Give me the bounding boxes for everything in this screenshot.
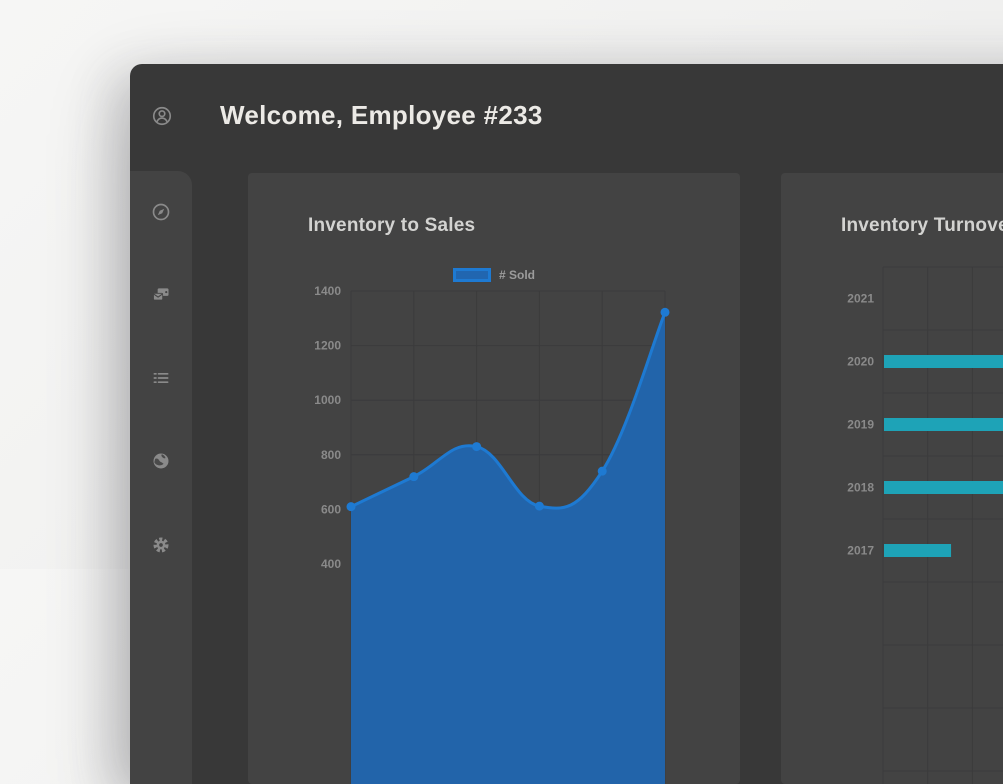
inventory-turnover-chart: 2021 2020 2019 2018 2017: [847, 266, 1003, 784]
page-title: Welcome, Employee #233: [220, 100, 543, 130]
mail-terminal-icon[interactable]: [151, 285, 171, 305]
svg-text:1200: 1200: [314, 339, 341, 353]
globe-icon[interactable]: [151, 451, 171, 471]
dashboard-window: Welcome, Employee #233 Inventory to Sale…: [130, 64, 1003, 784]
compass-icon[interactable]: [151, 202, 171, 222]
svg-text:2019: 2019: [847, 418, 874, 432]
svg-text:800: 800: [321, 448, 341, 462]
svg-text:1400: 1400: [314, 284, 341, 298]
page: { "header": { "title": "Welcome, Employe…: [0, 0, 1003, 784]
svg-text:2017: 2017: [847, 544, 874, 558]
card-inventory-to-sales: Inventory to Sales # Sold 1400 1200 1000 80…: [248, 173, 740, 784]
sidebar: [130, 171, 192, 784]
svg-text:2020: 2020: [847, 355, 874, 369]
gear-icon[interactable]: [151, 535, 171, 555]
svg-text:600: 600: [321, 502, 341, 516]
inventory-to-sales-chart: 140012001000800600400: [314, 284, 670, 784]
list-icon[interactable]: [151, 368, 171, 388]
account-circle-icon[interactable]: [151, 105, 173, 127]
svg-text:1000: 1000: [314, 393, 341, 407]
header: Welcome, Employee #233: [130, 64, 1003, 171]
svg-text:2018: 2018: [847, 481, 874, 495]
svg-text:2021: 2021: [847, 292, 874, 306]
card-inventory-turnover: Inventory Turnover 2021 2020 2019 2018 2017: [781, 173, 1003, 784]
